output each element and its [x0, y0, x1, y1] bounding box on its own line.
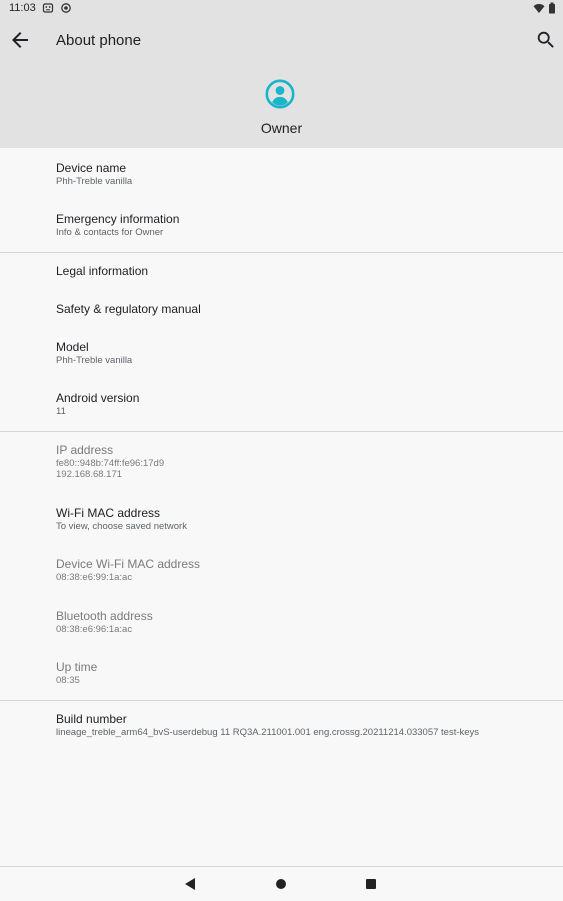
home-circle-icon[interactable] — [273, 876, 289, 892]
item-title: Build number — [56, 712, 127, 726]
navigation-bar — [0, 866, 563, 901]
battery-icon — [549, 2, 555, 14]
divider — [0, 431, 563, 432]
status-time: 11:03 — [9, 2, 36, 14]
divider — [0, 252, 563, 253]
wifi-mac-address-item[interactable]: Wi-Fi MAC address To view, choose saved … — [56, 506, 556, 532]
owner-name[interactable]: Owner — [0, 120, 563, 136]
emergency-information-item[interactable]: Emergency information Info & contacts fo… — [56, 212, 556, 238]
item-title: IP address — [56, 443, 114, 457]
back-triangle-icon[interactable] — [182, 876, 198, 892]
page-title: About phone — [56, 32, 142, 49]
back-arrow-icon[interactable] — [8, 28, 32, 52]
item-summary-line2: 192.168.68.171 — [56, 469, 123, 480]
item-title: Emergency information — [56, 212, 180, 226]
item-summary: 08:38:e6:99:1a:ac — [56, 572, 133, 583]
recents-square-icon[interactable] — [363, 876, 379, 892]
item-title: Bluetooth address — [56, 609, 153, 623]
item-summary: Phh-Treble vanilla — [56, 176, 133, 187]
item-summary: To view, choose saved network — [56, 521, 187, 532]
item-title: Device Wi-Fi MAC address — [56, 557, 201, 571]
item-summary: fe80::948b:74ff:fe96:17d9 — [56, 458, 165, 469]
item-title: Up time — [56, 660, 98, 674]
device-name-item[interactable]: Device name Phh-Treble vanilla — [56, 161, 556, 187]
up-time-item: Up time 08:35 — [56, 660, 556, 686]
item-summary: Phh-Treble vanilla — [56, 355, 133, 366]
item-title: Legal information — [56, 264, 149, 278]
wifi-icon — [533, 4, 545, 13]
legal-information-item[interactable]: Legal information — [56, 264, 556, 278]
item-title: Safety & regulatory manual — [56, 302, 201, 316]
device-wifi-mac-address-item: Device Wi-Fi MAC address 08:38:e6:99:1a:… — [56, 557, 556, 583]
search-icon[interactable] — [535, 29, 557, 51]
account-circle-icon[interactable] — [265, 79, 295, 109]
item-title: Android version — [56, 391, 140, 405]
app-header: About phone Owner — [0, 16, 563, 148]
item-summary: Info & contacts for Owner — [56, 227, 164, 238]
bluetooth-address-item: Bluetooth address 08:38:e6:96:1a:ac — [56, 609, 556, 635]
status-bar: 11:03 — [0, 0, 563, 16]
android-face-icon — [42, 3, 54, 13]
item-title: Device name — [56, 161, 127, 175]
android-version-item[interactable]: Android version 11 — [56, 391, 556, 417]
item-title: Model — [56, 340, 89, 354]
divider — [0, 700, 563, 701]
item-summary: lineage_treble_arm64_bvS-userdebug 11 RQ… — [56, 727, 480, 738]
item-summary: 08:35 — [56, 675, 80, 686]
model-item[interactable]: Model Phh-Treble vanilla — [56, 340, 556, 366]
circle-dot-icon — [61, 3, 71, 13]
item-title: Wi-Fi MAC address — [56, 506, 161, 520]
item-summary: 08:38:e6:96:1a:ac — [56, 624, 133, 635]
ip-address-item: IP address fe80::948b:74ff:fe96:17d9 192… — [56, 443, 556, 480]
build-number-item[interactable]: Build number lineage_treble_arm64_bvS-us… — [56, 712, 556, 738]
item-summary: 11 — [56, 406, 66, 417]
safety-regulatory-manual-item[interactable]: Safety & regulatory manual — [56, 302, 556, 316]
